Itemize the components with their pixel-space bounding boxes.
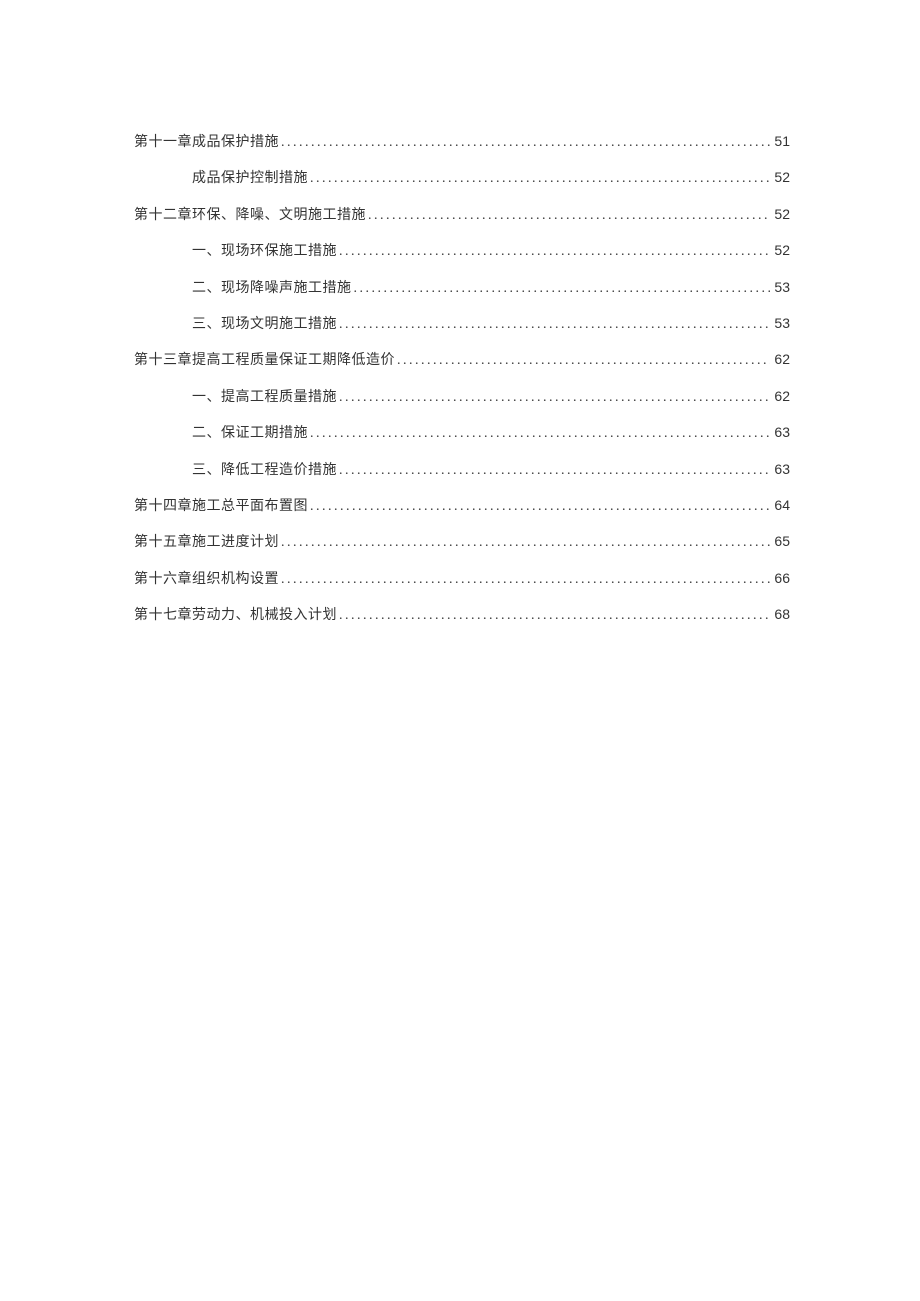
toc-leader-dots xyxy=(310,496,770,518)
toc-page-number: 52 xyxy=(772,203,790,225)
toc-page-number: 66 xyxy=(772,567,790,589)
toc-entry[interactable]: 一、现场环保施工措施 52 xyxy=(192,239,790,263)
toc-page-number: 53 xyxy=(772,312,790,334)
toc-leader-dots xyxy=(281,569,770,591)
toc-entry[interactable]: 二、保证工期措施 63 xyxy=(192,421,790,445)
toc-title: 第十一章成品保护措施 xyxy=(134,132,279,154)
toc-title: 二、现场降噪声施工措施 xyxy=(192,278,352,300)
toc-title: 成品保护控制措施 xyxy=(192,168,308,190)
toc-leader-dots xyxy=(354,278,771,300)
toc-title: 二、保证工期措施 xyxy=(192,423,308,445)
toc-entry[interactable]: 第十二章环保、降噪、文明施工措施 52 xyxy=(134,203,790,227)
toc-entry[interactable]: 二、现场降噪声施工措施 53 xyxy=(192,276,790,300)
toc-entry[interactable]: 第十六章组织机构设置 66 xyxy=(134,567,790,591)
toc-leader-dots xyxy=(339,241,770,263)
toc-page-number: 62 xyxy=(772,348,790,370)
toc-leader-dots xyxy=(310,423,770,445)
toc-title: 第十七章劳动力、机械投入计划 xyxy=(134,605,337,627)
toc-page-number: 63 xyxy=(772,458,790,480)
toc-page-number: 52 xyxy=(772,239,790,261)
toc-entry[interactable]: 第十七章劳动力、机械投入计划 68 xyxy=(134,603,790,627)
toc-entry[interactable]: 第十四章施工总平面布置图 64 xyxy=(134,494,790,518)
toc-leader-dots xyxy=(339,460,770,482)
toc-leader-dots xyxy=(339,605,770,627)
toc-leader-dots xyxy=(339,387,770,409)
toc-page-number: 64 xyxy=(772,494,790,516)
toc-title: 三、降低工程造价措施 xyxy=(192,460,337,482)
toc-page-number: 65 xyxy=(772,530,790,552)
toc-title: 第十五章施工进度计划 xyxy=(134,532,279,554)
toc-title: 一、提高工程质量措施 xyxy=(192,387,337,409)
toc-entry[interactable]: 第十三章提高工程质量保证工期降低造价 62 xyxy=(134,348,790,372)
toc-leader-dots xyxy=(281,132,770,154)
toc-entry[interactable]: 一、提高工程质量措施 62 xyxy=(192,385,790,409)
toc-title: 一、现场环保施工措施 xyxy=(192,241,337,263)
toc-entry[interactable]: 成品保护控制措施 52 xyxy=(192,166,790,190)
toc-leader-dots xyxy=(368,205,770,227)
toc-page-number: 52 xyxy=(772,166,790,188)
toc-entry[interactable]: 三、降低工程造价措施 63 xyxy=(192,458,790,482)
toc-page-number: 63 xyxy=(772,421,790,443)
toc-title: 第十六章组织机构设置 xyxy=(134,569,279,591)
toc-leader-dots xyxy=(281,532,770,554)
toc-title: 第十三章提高工程质量保证工期降低造价 xyxy=(134,350,395,372)
toc-entry[interactable]: 第十五章施工进度计划 65 xyxy=(134,530,790,554)
toc-entry[interactable]: 第十一章成品保护措施 51 xyxy=(134,130,790,154)
toc-title: 三、现场文明施工措施 xyxy=(192,314,337,336)
toc-page-number: 62 xyxy=(772,385,790,407)
toc-title: 第十二章环保、降噪、文明施工措施 xyxy=(134,205,366,227)
toc-leader-dots xyxy=(310,168,770,190)
toc-entry[interactable]: 三、现场文明施工措施 53 xyxy=(192,312,790,336)
toc-page-number: 68 xyxy=(772,603,790,625)
toc-leader-dots xyxy=(397,350,770,372)
toc-container: 第十一章成品保护措施 51 成品保护控制措施 52 第十二章环保、降噪、文明施工措施 52… xyxy=(134,130,790,627)
toc-leader-dots xyxy=(339,314,770,336)
toc-page-number: 51 xyxy=(772,130,790,152)
toc-page-number: 53 xyxy=(772,276,790,298)
toc-title: 第十四章施工总平面布置图 xyxy=(134,496,308,518)
